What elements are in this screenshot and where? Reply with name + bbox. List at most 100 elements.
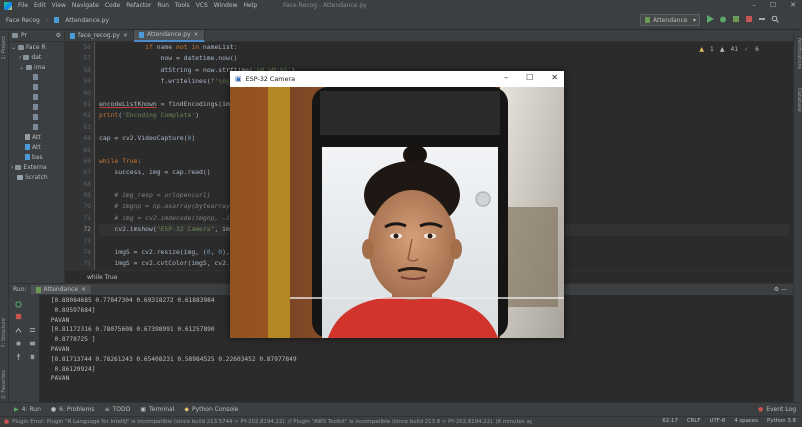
tree-node-bas[interactable]: bas <box>11 152 64 162</box>
python-interpreter[interactable]: Python 3.8 <box>767 418 796 424</box>
line-number: 60 <box>83 89 91 97</box>
gear-icon[interactable]: ⚙ — <box>774 286 787 293</box>
camera-window[interactable]: ▣ ESP-32 Camera – ☐ ✕ <box>230 71 564 338</box>
tool-tab-todo[interactable]: ≡ TODO <box>105 406 131 413</box>
file-encoding[interactable]: UTF-8 <box>710 418 726 424</box>
minimize-button[interactable]: – <box>752 1 756 9</box>
soft-wrap-icon[interactable] <box>29 327 36 334</box>
gear-icon[interactable]: ⚙ <box>56 32 61 39</box>
tab-face-recog[interactable]: face_recog.py × <box>65 29 134 42</box>
tab-attendance[interactable]: Attendance.py × <box>133 29 205 42</box>
search-icon[interactable] <box>771 15 779 23</box>
run-config-icon <box>645 17 650 23</box>
menu-edit[interactable]: Edit <box>34 2 46 9</box>
pin-icon[interactable] <box>15 353 22 360</box>
tab-label: face_recog.py <box>78 32 120 39</box>
tree-node-att2[interactable]: Att <box>11 142 64 152</box>
stop-icon[interactable] <box>745 15 753 23</box>
tree-node-dat[interactable]: › dat <box>11 52 64 62</box>
tree-node-external[interactable]: › Externa <box>11 162 64 172</box>
menu-window[interactable]: Window <box>214 2 238 9</box>
line-number: 61 <box>83 100 91 108</box>
print-icon[interactable] <box>29 340 36 347</box>
close-button[interactable]: ✕ <box>551 73 558 82</box>
camera-window-controls: – ☐ ✕ <box>504 73 558 82</box>
notifications-tool-tab[interactable]: Notifications <box>796 38 802 69</box>
right-tool-strip: Notifications Database <box>793 30 802 402</box>
stop-icon[interactable] <box>15 313 22 320</box>
menu-navigate[interactable]: Navigate <box>72 2 99 9</box>
line-number: 62 <box>83 112 91 120</box>
close-icon[interactable]: × <box>81 286 86 293</box>
coverage-icon[interactable] <box>732 15 740 23</box>
maximize-button[interactable]: ☐ <box>526 73 533 82</box>
line-number: 63 <box>83 123 91 131</box>
run-configuration-select[interactable]: Attendance ▾ <box>640 14 700 26</box>
minimize-button[interactable]: – <box>504 73 508 82</box>
menu-code[interactable]: Code <box>105 2 120 9</box>
status-message[interactable]: Plugin Error: Plugin "R Language for Int… <box>12 419 532 425</box>
structure-tool-tab[interactable]: 7: Structure <box>1 318 7 348</box>
breadcrumb-file[interactable]: Attendance.py <box>65 17 109 24</box>
menu-view[interactable]: View <box>52 2 66 9</box>
tool-tab-label: Python Console <box>191 406 239 413</box>
image-file-icon <box>33 84 38 90</box>
tree-node-att1[interactable]: Att <box>11 132 64 142</box>
tree-node-scratches[interactable]: Scratch <box>11 172 64 182</box>
project-tool-tab[interactable]: 1: Project <box>1 36 7 60</box>
window-app-icon: ▣ <box>235 75 242 83</box>
menu-vcs[interactable]: VCS <box>196 2 208 9</box>
tool-tab-python-console[interactable]: ◆ Python Console <box>184 406 238 413</box>
database-tool-tab[interactable]: Database <box>796 88 802 112</box>
close-icon[interactable]: × <box>194 31 199 38</box>
maximize-button[interactable]: ☐ <box>770 1 776 9</box>
indent-setting[interactable]: 4 spaces <box>734 418 758 424</box>
run-tab-attendance[interactable]: Attendance × <box>30 285 92 294</box>
favorites-tool-tab[interactable]: 2: Favorites <box>1 370 7 399</box>
menu-run[interactable]: Run <box>157 2 169 9</box>
line-number: 68 <box>83 180 91 188</box>
menu-refactor[interactable]: Refactor <box>126 2 151 9</box>
tool-tab-run[interactable]: ▶ 4: Run <box>14 406 41 413</box>
toolbar-icons <box>706 15 779 23</box>
status-bar: ■ Plugin Error: Plugin "R Language for I… <box>0 416 802 427</box>
tree-node-images[interactable]: ⌄ ima <box>11 62 64 72</box>
debug-icon[interactable] <box>719 15 727 23</box>
tree-node-root[interactable]: ⌄ Face R <box>11 42 64 52</box>
caret-position[interactable]: 62:17 <box>662 418 678 424</box>
camera-window-titlebar[interactable]: ▣ ESP-32 Camera – ☐ ✕ <box>230 71 564 87</box>
line-separator[interactable]: CRLF <box>687 418 701 424</box>
scroll-up-icon[interactable] <box>15 327 22 334</box>
build-icon[interactable] <box>758 15 766 23</box>
image-file-icon <box>33 94 38 100</box>
menu-file[interactable]: File <box>18 2 28 9</box>
inspection-widget[interactable]: ▲ 1 ▲ 41 ✓ 6 <box>699 46 759 53</box>
tool-tab-label: 6: Problems <box>59 406 95 413</box>
tree-image-file[interactable] <box>11 82 64 92</box>
tree-image-file[interactable] <box>11 112 64 122</box>
tree-image-file[interactable] <box>11 92 64 102</box>
camera-feed-image <box>230 87 564 338</box>
line-number: 65 <box>83 146 91 154</box>
project-panel-title[interactable]: Pr <box>21 32 27 39</box>
menu-tools[interactable]: Tools <box>175 2 190 9</box>
tree-image-file[interactable] <box>11 72 64 82</box>
trash-icon[interactable] <box>29 353 36 360</box>
menu-help[interactable]: Help <box>243 2 257 9</box>
close-button[interactable]: ✕ <box>790 1 796 9</box>
run-icon[interactable] <box>706 15 714 23</box>
tool-window-bar: ▶ 4: Run ● 6: Problems ≡ TODO ▣ Terminal ◆ Py… <box>0 402 802 416</box>
event-log-button[interactable]: ● Event Log <box>758 406 796 413</box>
rerun-icon[interactable] <box>15 301 22 308</box>
tree-image-file[interactable] <box>11 102 64 112</box>
python-run-icon <box>35 286 41 293</box>
tool-tab-problems[interactable]: ● 6: Problems <box>51 406 95 413</box>
python-icon: ◆ <box>184 406 189 413</box>
close-icon[interactable]: × <box>123 32 128 39</box>
settings-icon[interactable] <box>15 340 22 347</box>
project-panel: Pr ⚙ ⌄ Face R › dat ⌄ ima Att Att bas › Exte… <box>9 30 65 283</box>
tool-tab-terminal[interactable]: ▣ Terminal <box>140 406 174 413</box>
window-title: Face Recog - Attendance.py <box>283 2 367 9</box>
tree-image-file[interactable] <box>11 122 64 132</box>
breadcrumb-project[interactable]: Face Recog <box>6 17 40 24</box>
